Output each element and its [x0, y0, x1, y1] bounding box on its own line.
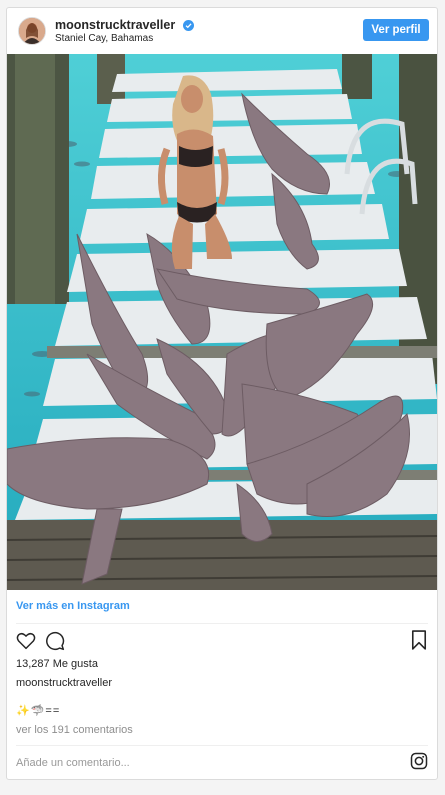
caption-username[interactable]: moonstrucktraveller: [16, 677, 112, 689]
post-photo[interactable]: [7, 54, 437, 590]
comment-icon[interactable]: [45, 631, 65, 651]
view-profile-button[interactable]: Ver perfil: [363, 19, 429, 41]
username-text: moonstrucktraveller: [55, 18, 176, 32]
verified-badge-icon: [182, 20, 194, 32]
see-more-on-instagram-link[interactable]: Ver más en Instagram: [16, 600, 130, 612]
avatar[interactable]: [18, 17, 46, 45]
divider: [16, 745, 428, 746]
post-header: moonstrucktraveller Staniel Cay, Bahamas…: [7, 8, 437, 54]
post-photo-image: [7, 54, 437, 590]
username-link[interactable]: moonstrucktraveller: [55, 18, 194, 32]
instagram-embed-card: moonstrucktraveller Staniel Cay, Bahamas…: [6, 7, 438, 780]
comment-input[interactable]: [16, 754, 396, 772]
heart-icon[interactable]: [16, 632, 36, 650]
instagram-icon[interactable]: [410, 752, 428, 770]
bookmark-icon[interactable]: [411, 630, 427, 650]
caption-text: ✨🦈==: [16, 705, 61, 717]
location-link[interactable]: Staniel Cay, Bahamas: [55, 33, 153, 44]
view-comments-link[interactable]: ver los 191 comentarios: [16, 724, 133, 736]
avatar-image: [19, 18, 45, 44]
action-bar: [7, 628, 437, 656]
likes-count[interactable]: 13,287 Me gusta: [16, 658, 98, 670]
divider: [16, 623, 428, 624]
